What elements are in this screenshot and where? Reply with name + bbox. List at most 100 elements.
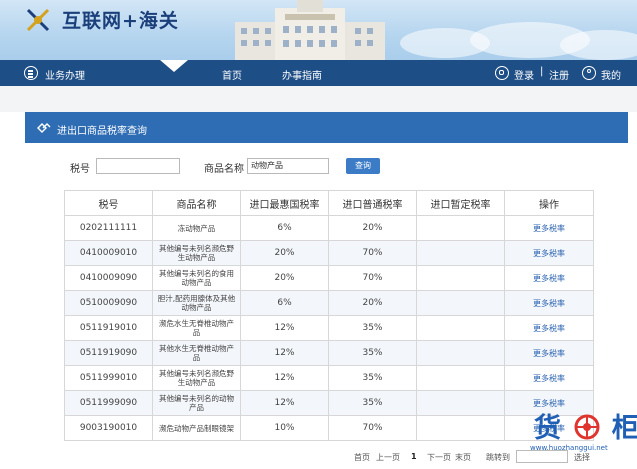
cell-mfn-rate: 12% — [240, 315, 329, 341]
nav-active-indicator — [160, 60, 188, 72]
more-rates-link[interactable]: 更多税率 — [504, 240, 594, 266]
register-link[interactable]: 注册 — [549, 67, 569, 82]
cell-tax-no: 0511919010 — [64, 315, 153, 341]
cell-mfn-rate: 20% — [240, 240, 329, 266]
table-row: 0511999010 其他编号未列名濒危野生动物产品 12% 35% 更多税率 — [64, 365, 594, 391]
cell-provisional-rate — [416, 390, 505, 416]
table-row: 0511919090 其他水生无脊椎动物产品 12% 35% 更多税率 — [64, 340, 594, 366]
cell-tax-no: 0410009010 — [64, 240, 153, 266]
cell-tax-no: 0410009090 — [64, 265, 153, 291]
table-row: 9003190010 濒危动物产品制眼镜架 10% 70% 更多税率 — [64, 415, 594, 441]
product-name-input[interactable]: 动物产品 — [247, 158, 329, 174]
cell-mfn-rate: 12% — [240, 365, 329, 391]
cell-product-name: 其他编号未列名的动物产品 — [152, 390, 241, 416]
cell-mfn-rate: 20% — [240, 265, 329, 291]
tariff-results-table: 税号 商品名称 进口最惠国税率 进口普通税率 进口暂定税率 操作 0202111… — [64, 190, 594, 441]
service-icon[interactable] — [495, 66, 509, 80]
watermark-text-left: 货 — [534, 413, 563, 444]
page-gap — [0, 86, 637, 112]
more-rates-link[interactable]: 更多税率 — [504, 265, 594, 291]
customs-building-image — [235, 0, 385, 60]
cell-product-name: 其他水生无脊椎动物产品 — [152, 340, 241, 366]
customs-emblem-icon — [26, 8, 50, 32]
cell-product-name: 濒危水生无脊椎动物产品 — [152, 315, 241, 341]
cell-general-rate: 70% — [328, 240, 417, 266]
tax-no-label: 税号 — [70, 164, 90, 175]
pager-current-number: 1 — [411, 452, 417, 461]
more-rates-link[interactable]: 更多税率 — [504, 340, 594, 366]
col-header-tax-no: 税号 — [64, 190, 153, 216]
pager-first[interactable]: 首页 — [354, 452, 370, 463]
cell-tax-no: 0511919090 — [64, 340, 153, 366]
cell-mfn-rate: 12% — [240, 390, 329, 416]
pager-next[interactable]: 下一页 — [427, 452, 451, 463]
cell-general-rate: 35% — [328, 390, 417, 416]
cell-product-name: 其他编号未列名的食用动物产品 — [152, 265, 241, 291]
cell-provisional-rate — [416, 340, 505, 366]
table-row: 0510009090 胆汁,配药用腺体及其他动物产品 6% 20% 更多税率 — [64, 290, 594, 316]
nav-home[interactable]: 首页 — [222, 67, 242, 82]
cell-provisional-rate — [416, 315, 505, 341]
cell-tax-no: 0510009090 — [64, 290, 153, 316]
cell-tax-no: 0202111111 — [64, 215, 153, 241]
cell-provisional-rate — [416, 290, 505, 316]
query-button[interactable]: 查询 — [346, 158, 380, 174]
cell-product-name: 其他编号未列名濒危野生动物产品 — [152, 365, 241, 391]
cell-mfn-rate: 6% — [240, 290, 329, 316]
col-header-action: 操作 — [504, 190, 594, 216]
watermark-url: www.huozhanggui.net — [530, 444, 608, 452]
cell-general-rate: 35% — [328, 340, 417, 366]
table-row: 0410009010 其他编号未列名濒危野生动物产品 20% 70% 更多税率 — [64, 240, 594, 266]
site-title[interactable]: 互联网+海关 — [62, 6, 179, 33]
watermark-text-right: 柜 — [611, 413, 637, 444]
nav-separator: | — [540, 66, 544, 77]
login-link[interactable]: 登录 — [514, 67, 534, 82]
cell-tax-no: 9003190010 — [64, 415, 153, 441]
table-row: 0202111111 冻动物产品 6% 20% 更多税率 — [64, 215, 594, 241]
col-header-product-name: 商品名称 — [152, 190, 241, 216]
user-icon[interactable] — [582, 66, 596, 80]
cell-product-name: 其他编号未列名濒危野生动物产品 — [152, 240, 241, 266]
cell-provisional-rate — [416, 415, 505, 441]
cell-general-rate: 35% — [328, 315, 417, 341]
cell-general-rate: 70% — [328, 265, 417, 291]
cell-provisional-rate — [416, 365, 505, 391]
cell-general-rate: 35% — [328, 365, 417, 391]
pager-jump-label: 跳转到 — [486, 453, 510, 462]
nav-business[interactable]: 业务办理 — [45, 67, 85, 82]
col-header-provisional-rate: 进口暂定税率 — [416, 190, 505, 216]
table-header-row: 税号 商品名称 进口最惠国税率 进口普通税率 进口暂定税率 操作 — [64, 190, 594, 216]
col-header-general-rate: 进口普通税率 — [328, 190, 417, 216]
cell-provisional-rate — [416, 215, 505, 241]
cell-product-name: 胆汁,配药用腺体及其他动物产品 — [152, 290, 241, 316]
cell-mfn-rate: 12% — [240, 340, 329, 366]
more-rates-link[interactable]: 更多税率 — [504, 365, 594, 391]
more-rates-link[interactable]: 更多税率 — [504, 290, 594, 316]
cell-product-name: 濒危动物产品制眼镜架 — [152, 415, 241, 441]
panel-title: 进出口商品税率查询 — [57, 126, 147, 137]
nav-guide[interactable]: 办事指南 — [282, 67, 322, 82]
more-rates-link[interactable]: 更多税率 — [504, 315, 594, 341]
tariff-query-icon — [37, 123, 51, 133]
table-row: 0511999090 其他编号未列名的动物产品 12% 35% 更多税率 — [64, 390, 594, 416]
cell-tax-no: 0511999010 — [64, 365, 153, 391]
menu-icon[interactable] — [24, 66, 38, 80]
mine-link[interactable]: 我的 — [601, 67, 621, 82]
cloud-decoration — [560, 30, 637, 60]
product-name-label: 商品名称 — [204, 164, 244, 175]
site-banner: 互联网+海关 — [0, 0, 637, 60]
pager-current: 1 — [411, 452, 417, 461]
watermark-wheel-icon — [574, 414, 600, 440]
cell-mfn-rate: 6% — [240, 215, 329, 241]
cell-general-rate: 20% — [328, 215, 417, 241]
tax-no-input[interactable] — [96, 158, 180, 174]
more-rates-link[interactable]: 更多税率 — [504, 215, 594, 241]
pager-last[interactable]: 末页 — [455, 452, 471, 463]
cell-provisional-rate — [416, 265, 505, 291]
panel-header: 进出口商品税率查询 — [25, 112, 628, 143]
pager-prev[interactable]: 上一页 — [376, 452, 400, 463]
watermark: 货 柜 www.huozhanggui.net — [526, 404, 637, 456]
cell-product-name: 冻动物产品 — [152, 215, 241, 241]
col-header-mfn-rate: 进口最惠国税率 — [240, 190, 329, 216]
cell-general-rate: 70% — [328, 415, 417, 441]
